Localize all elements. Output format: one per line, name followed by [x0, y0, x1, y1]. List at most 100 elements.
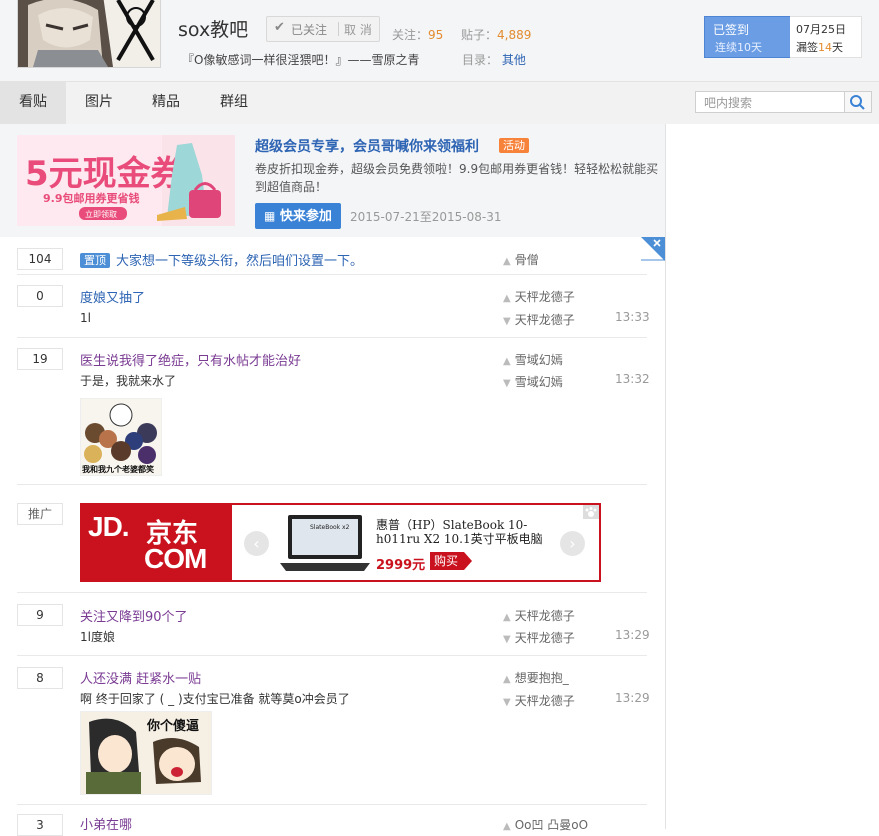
- tab-groups[interactable]: 群组: [200, 82, 268, 124]
- follower-label: 关注：: [392, 28, 429, 42]
- thread-image[interactable]: 我和我九个老婆都笑: [80, 398, 162, 476]
- missed-days: 漏签14天: [796, 39, 843, 55]
- right-sidebar: [665, 124, 879, 829]
- search-button[interactable]: [845, 91, 872, 113]
- forum-search-input[interactable]: 吧内搜索: [695, 91, 845, 113]
- reply-count: 104: [17, 248, 63, 270]
- ad-product-name[interactable]: 惠普（HP）SlateBook 10-h011ru X2 10.1英寸平板电脑: [376, 518, 561, 546]
- join-promo-button[interactable]: ▦ 快来参加: [255, 203, 341, 229]
- ad-label: 推广: [17, 503, 63, 525]
- last-reply-name[interactable]: 雪域幻嫣: [515, 375, 563, 389]
- divider: [17, 655, 647, 656]
- ad-next-arrow-icon[interactable]: ›: [560, 531, 585, 556]
- catalog-label: 目录：: [462, 53, 499, 67]
- thread-author[interactable]: ▲ 天枰龙德子: [503, 607, 575, 624]
- thread-image[interactable]: 你个傻逼: [80, 711, 212, 795]
- ad-prev-arrow-icon[interactable]: ‹: [244, 531, 269, 556]
- follow-status-button[interactable]: ✔ 已关注 取 消: [266, 16, 380, 42]
- author-name[interactable]: 天枰龙德子: [515, 290, 575, 304]
- forum-catalog: 目录： 其他: [462, 51, 526, 68]
- thread-excerpt: 1l度娘: [80, 630, 115, 644]
- promo-activity-badge: 活动: [499, 138, 529, 153]
- last-reply-time: 13:29: [615, 691, 650, 705]
- follower-count[interactable]: 95: [428, 28, 443, 42]
- forum-title[interactable]: sox教吧: [178, 15, 248, 42]
- author-name[interactable]: Oo凹 凸曼oO: [515, 818, 588, 832]
- tab-posts[interactable]: 看贴: [0, 82, 66, 124]
- followed-label: 已关注: [291, 23, 328, 37]
- comment-icon: ▼: [503, 316, 511, 327]
- post-stat: 贴子：4,889: [461, 26, 531, 43]
- tab-featured[interactable]: 精品: [132, 82, 200, 124]
- missed-prefix: 漏签: [796, 41, 818, 54]
- promo-banner-image[interactable]: 5元现金券 9.9包邮用券更省钱 立即领取: [17, 135, 235, 226]
- thread-author[interactable]: ▲ 骨僧: [503, 251, 539, 268]
- signin-status: 已签到: [713, 23, 750, 37]
- close-icon[interactable]: [641, 237, 665, 261]
- last-reply-author[interactable]: ▼ 天枰龙德子: [503, 692, 575, 709]
- post-label: 贴子：: [461, 28, 498, 42]
- missed-suffix: 天: [832, 41, 843, 54]
- divider: [17, 274, 647, 275]
- author-name[interactable]: 天枰龙德子: [515, 609, 575, 623]
- thread-author[interactable]: ▲ 天枰龙德子: [503, 288, 575, 305]
- comment-icon: ▼: [503, 697, 511, 708]
- follower-stat: 关注：95: [392, 26, 443, 43]
- last-reply-name[interactable]: 天枰龙德子: [515, 694, 575, 708]
- search-icon: [850, 95, 865, 110]
- catalog-link[interactable]: 其他: [502, 53, 526, 67]
- reply-count: 3: [17, 814, 63, 836]
- post-count: 4,889: [497, 28, 532, 42]
- join-label: 快来参加: [279, 209, 332, 224]
- last-reply-time: 13:29: [615, 628, 650, 642]
- thread-author[interactable]: ▲ 雪域幻嫣: [503, 351, 563, 368]
- unfollow-button[interactable]: 取 消: [344, 21, 372, 38]
- thread-title-text[interactable]: 大家想一下等级头衔，然后咱们设置一下。: [116, 254, 363, 269]
- pinned-badge: 置顶: [80, 253, 110, 268]
- ad-price: 2999元: [376, 558, 426, 573]
- author-name[interactable]: 雪域幻嫣: [515, 353, 563, 367]
- thread-author[interactable]: ▲ 想要抱抱_: [503, 669, 569, 686]
- forum-avatar[interactable]: [17, 0, 161, 68]
- last-reply-author[interactable]: ▼ 天枰龙德子: [503, 629, 575, 646]
- author-name[interactable]: 骨僧: [515, 253, 539, 267]
- last-reply-time: 13:32: [615, 372, 650, 386]
- last-reply-author[interactable]: ▼ 天枰龙德子: [503, 311, 575, 328]
- thread-title[interactable]: 人还没满 赶紧水一贴: [80, 668, 201, 687]
- last-reply-name[interactable]: 天枰龙德子: [515, 313, 575, 327]
- jd-logo-text: JD.: [88, 511, 130, 542]
- forum-nav: 看贴 图片 精品 群组 吧内搜索: [0, 82, 879, 125]
- reply-count: 9: [17, 604, 63, 626]
- last-reply-time: 13:33: [615, 310, 650, 324]
- thread-title[interactable]: 关注又降到90个了: [80, 606, 188, 625]
- thread-excerpt: 1l: [80, 311, 91, 325]
- checkmark-icon: ✔: [274, 20, 285, 35]
- thread-title[interactable]: 度娘又抽了: [80, 287, 145, 306]
- promo-banner-big: 5元现金券: [25, 154, 186, 194]
- user-icon: ▲: [503, 356, 511, 367]
- comment-icon: ▼: [503, 378, 511, 389]
- divider: [338, 22, 339, 36]
- divider: [17, 337, 647, 338]
- signin-date: 07月25日: [796, 23, 846, 36]
- thread-excerpt: 于是，我就来水了: [80, 374, 177, 388]
- promo-banner-btn: 立即领取: [85, 209, 117, 219]
- thread-excerpt: 啊 终于回家了 ( _ )支付宝已准备 就等莫o冲会员了: [80, 692, 350, 706]
- ad-buy-button[interactable]: 购买: [430, 552, 473, 570]
- jd-logo-com: COM: [144, 543, 207, 574]
- signin-calendar[interactable]: 07月25日 漏签14天: [790, 16, 862, 58]
- thread-title[interactable]: 小弟在哪: [80, 814, 132, 833]
- tab-images[interactable]: 图片: [66, 82, 132, 124]
- author-name[interactable]: 想要抱抱_: [515, 671, 569, 685]
- forum-slogan: 『O像敏感词一样很淫猥吧！』——雪原之青: [182, 53, 420, 67]
- thread-title[interactable]: 置顶 大家想一下等级头衔，然后咱们设置一下。: [80, 250, 363, 269]
- jd-ad-banner[interactable]: JD. 京东 COM ‹ SlateBook x2 惠普（HP）SlateBoo…: [80, 503, 601, 582]
- thread-title[interactable]: 医生说我得了绝症，只有水帖才能治好: [80, 350, 301, 369]
- user-icon: ▲: [503, 293, 511, 304]
- promo-title[interactable]: 超级会员专享，会员哥喊你来领福利: [255, 136, 479, 156]
- last-reply-name[interactable]: 天枰龙德子: [515, 631, 575, 645]
- last-reply-author[interactable]: ▼ 雪域幻嫣: [503, 373, 563, 390]
- divider: [17, 484, 647, 485]
- signin-button[interactable]: 已签到 连续10天: [704, 16, 792, 58]
- thread-author[interactable]: ▲ Oo凹 凸曼oO: [503, 816, 588, 833]
